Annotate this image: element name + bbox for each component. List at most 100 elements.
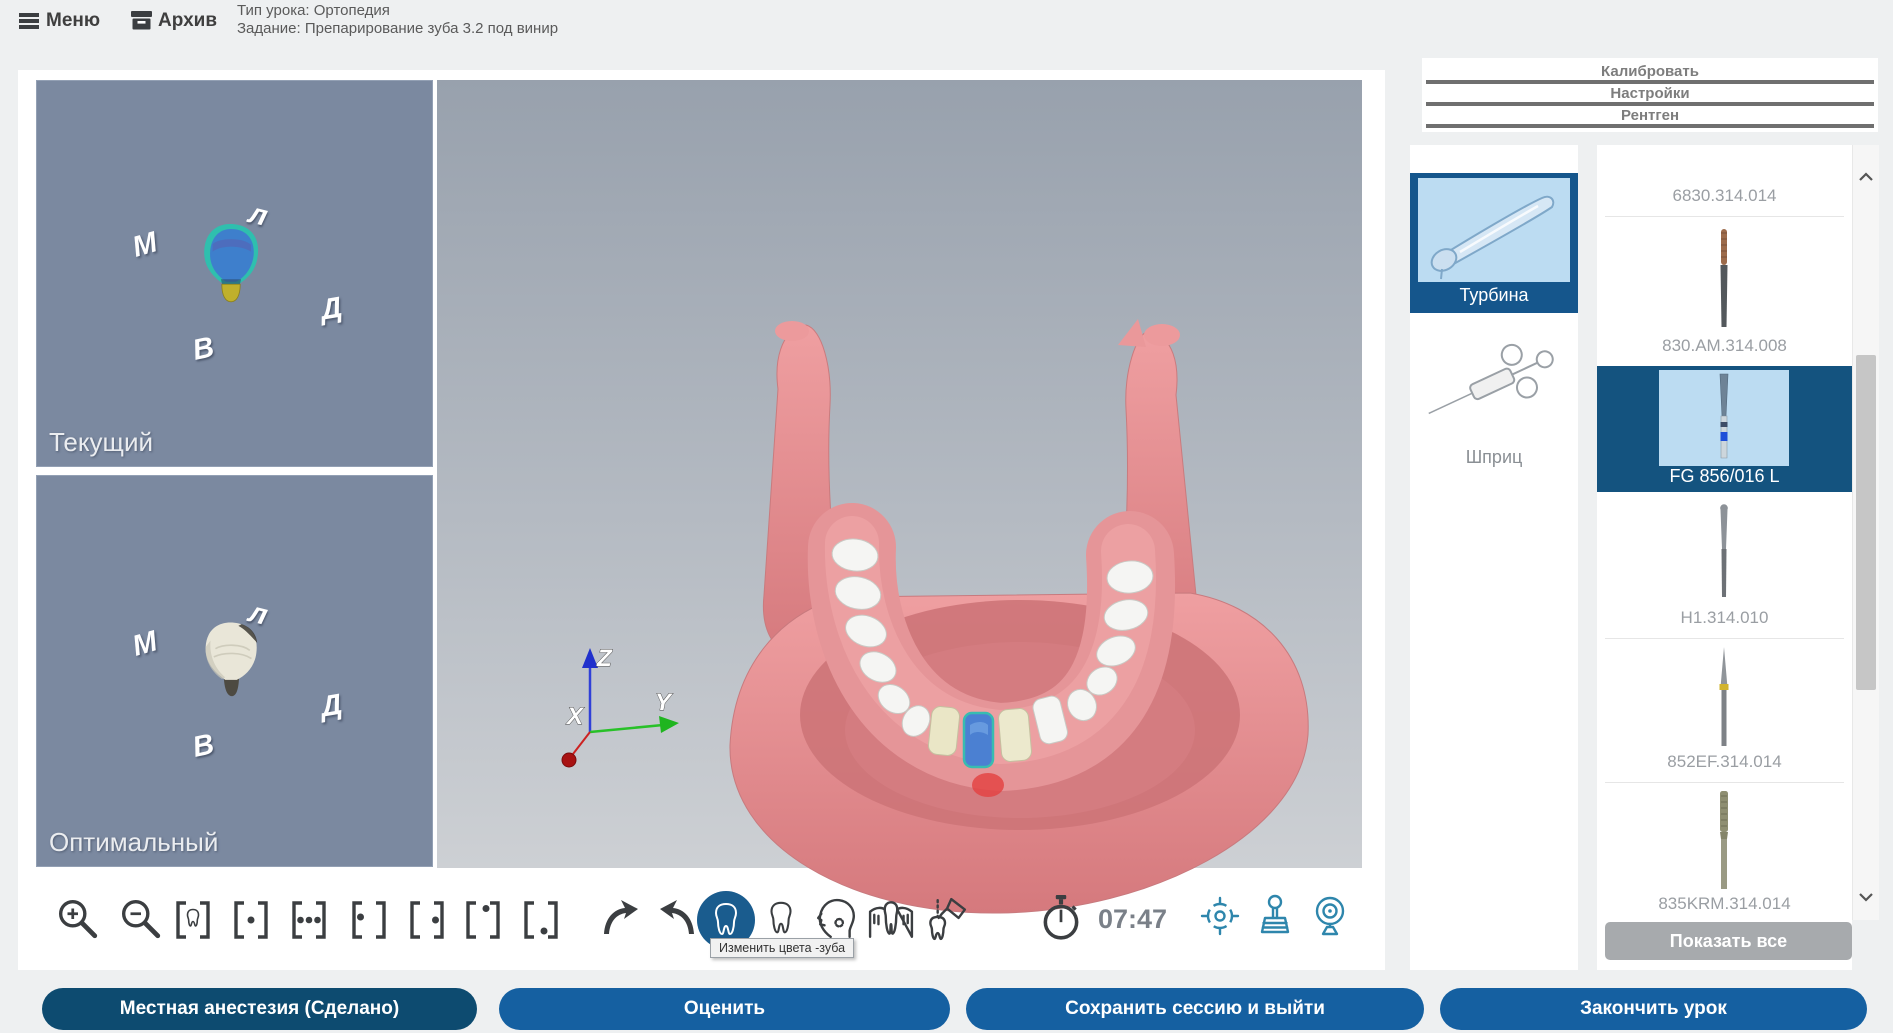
- redo-button[interactable]: [600, 898, 640, 938]
- zoom-out-button[interactable]: [120, 898, 162, 940]
- tooltip: Изменить цвета -зуба: [710, 938, 854, 958]
- settings-link[interactable]: Настройки: [1422, 85, 1878, 103]
- webcam-button[interactable]: [1310, 894, 1350, 938]
- archive-button[interactable]: [131, 11, 152, 30]
- tool-syringe-label: Шприц: [1410, 447, 1578, 468]
- crosshair-icon: [1200, 896, 1240, 936]
- stopwatch-icon: [1040, 894, 1082, 942]
- archive-label[interactable]: Архив: [158, 10, 217, 32]
- end-lesson-button[interactable]: Закончить урок: [1440, 988, 1867, 1030]
- tool-turbine-label: Турбина: [1410, 285, 1578, 306]
- axis-label-x: X: [565, 703, 585, 730]
- scrollbar-track[interactable]: [1852, 145, 1879, 920]
- bracket-dot-bottom-icon: [520, 898, 562, 942]
- bur-item-label: FG 856/016 L: [1597, 466, 1852, 487]
- view-three-dots-button[interactable]: [288, 898, 330, 942]
- menu-button[interactable]: [18, 12, 40, 30]
- divider: [1605, 216, 1844, 217]
- bur-item[interactable]: 830.AM.314.008: [1597, 222, 1852, 366]
- target-tooth[interactable]: [964, 713, 993, 767]
- current-view-label: Текущий: [49, 427, 153, 458]
- tooth-drill-icon: [922, 896, 968, 942]
- orientation-letter-right: Д: [318, 688, 344, 724]
- timer-value: 07:47: [1098, 904, 1167, 935]
- hamburger-icon: [18, 12, 40, 30]
- xray-link[interactable]: Рентген: [1422, 107, 1878, 125]
- bur-item-label: 835KRM.314.014: [1597, 894, 1852, 914]
- tool-syringe[interactable]: Шприц: [1410, 325, 1578, 475]
- webcam-icon: [1310, 894, 1350, 938]
- bur-image: [1659, 370, 1789, 466]
- tooth-color-icon: [706, 900, 746, 940]
- current-tooth-model: [193, 219, 269, 311]
- orientation-letter-bottom: В: [190, 331, 217, 368]
- save-session-exit-button[interactable]: Сохранить сессию и выйти: [966, 988, 1424, 1030]
- app-window: Меню Архив Тип урока: Ортопедия Задание:…: [0, 0, 1893, 1033]
- veneer-tooth-right: [998, 708, 1032, 762]
- bracket-dot-right-icon: [406, 898, 448, 942]
- patient-head-button[interactable]: [814, 896, 858, 940]
- scrollbar-thumb[interactable]: [1856, 355, 1876, 690]
- orientation-letter-left: М: [129, 625, 161, 663]
- view-dot-bottom-button[interactable]: [520, 898, 562, 942]
- bracket-dot-left-icon: [348, 898, 390, 942]
- timer: [1040, 894, 1082, 942]
- show-all-button[interactable]: Показать все: [1605, 922, 1852, 960]
- tool-turbine[interactable]: Турбина: [1410, 173, 1578, 313]
- view-center-dot-button[interactable]: [230, 898, 272, 942]
- view-full-tooth-button[interactable]: [172, 898, 214, 942]
- view-dot-left-button[interactable]: [348, 898, 390, 942]
- view-dot-top-button[interactable]: [462, 898, 504, 942]
- main-3d-view[interactable]: Z Y X: [437, 80, 1362, 868]
- bur-item-label: 852EF.314.014: [1597, 752, 1852, 772]
- orientation-letter-bottom: В: [190, 728, 217, 765]
- joystick-button[interactable]: [1255, 894, 1295, 938]
- scroll-up-icon[interactable]: [1857, 170, 1875, 184]
- tooth-cross-section-button[interactable]: [868, 898, 914, 940]
- bur-item-selected[interactable]: FG 856/016 L: [1597, 366, 1852, 492]
- bur-list: 6830.314.014 830.AM.314.008 FG 856/016: [1597, 145, 1852, 970]
- divider: [1605, 638, 1844, 639]
- bur-item[interactable]: H1.314.010: [1597, 496, 1852, 640]
- bur-item-label[interactable]: 6830.314.014: [1597, 186, 1852, 206]
- turbine-handpiece-icon: [1418, 178, 1570, 282]
- view-dot-right-button[interactable]: [406, 898, 448, 942]
- jaw-model: [700, 315, 1350, 935]
- axis-label-z: Z: [596, 645, 613, 672]
- menu-label[interactable]: Меню: [46, 10, 100, 32]
- divider: [1426, 124, 1874, 128]
- orientation-letter-right: Д: [318, 291, 344, 327]
- axis-gizmo: Z Y X: [545, 640, 695, 780]
- tooth-outline-icon: [762, 898, 800, 940]
- archive-box-icon: [131, 11, 152, 30]
- calibrate-link[interactable]: Калибровать: [1422, 63, 1878, 81]
- bur-item[interactable]: 852EF.314.014: [1597, 642, 1852, 784]
- current-view-panel[interactable]: л М Д В Текущий: [36, 80, 433, 467]
- lesson-type: Тип урока: Ортопедия: [237, 2, 390, 20]
- evaluate-button[interactable]: Оценить: [499, 988, 950, 1030]
- optimal-view-label: Оптимальный: [49, 827, 218, 858]
- orientation-letter-left: М: [129, 226, 161, 264]
- calibration-target-button[interactable]: [1200, 896, 1240, 936]
- bur-item[interactable]: 835KRM.314.014: [1597, 786, 1852, 926]
- bur-item-label: H1.314.010: [1597, 608, 1852, 628]
- optimal-tooth-model: [193, 616, 269, 706]
- gum-lesion-marker: [972, 773, 1004, 797]
- lesson-task: Задание: Препарирование зуба 3.2 под вин…: [237, 20, 558, 38]
- bracket-three-dots-icon: [288, 898, 330, 942]
- optimal-view-panel[interactable]: л М Д В Оптимальный: [36, 475, 433, 867]
- redo-icon: [600, 898, 640, 938]
- tooth-view-button[interactable]: [762, 898, 800, 940]
- bur-image: [1704, 496, 1744, 608]
- head-profile-icon: [814, 896, 858, 940]
- undo-button[interactable]: [658, 898, 698, 938]
- zoom-in-button[interactable]: [57, 898, 99, 940]
- tools-column: Турбина Шприц: [1410, 145, 1578, 970]
- anesthesia-button[interactable]: Местная анестезия (Сделано): [42, 988, 477, 1030]
- scroll-down-icon[interactable]: [1857, 890, 1875, 904]
- bur-item-label: 830.AM.314.008: [1597, 336, 1852, 356]
- bracket-tooth-icon: [172, 898, 214, 942]
- bur-image: [1704, 786, 1744, 894]
- divider: [1426, 80, 1874, 84]
- drill-simulation-button[interactable]: [922, 896, 968, 942]
